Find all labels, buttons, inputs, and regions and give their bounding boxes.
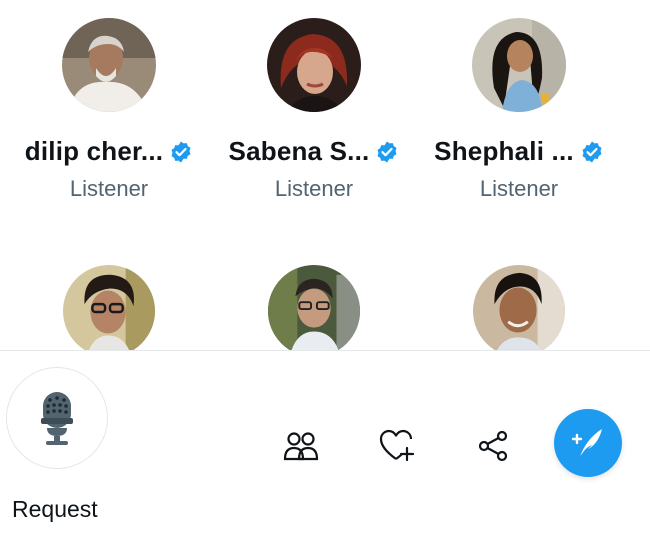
listener-role: Listener (69, 176, 149, 201)
listener-name: Sabena S... (228, 136, 370, 166)
listener-role: Listener (479, 176, 559, 201)
avatar[interactable] (63, 265, 155, 350)
request-mic-button[interactable] (6, 367, 108, 469)
listener-name: Shephali ... (434, 136, 574, 166)
compose-button[interactable] (554, 409, 622, 477)
share-icon (478, 430, 508, 462)
react-button[interactable] (377, 426, 417, 466)
avatar[interactable] (268, 265, 360, 350)
verified-badge-icon (171, 141, 191, 162)
people-button[interactable] (281, 426, 321, 466)
listener-name: dilip cher... (24, 136, 164, 166)
request-label: Request (12, 496, 98, 522)
compose-feather-icon (571, 429, 602, 457)
microphone-icon (41, 392, 73, 445)
listener-role: Listener (274, 176, 354, 201)
verified-badge-icon (582, 141, 602, 162)
listener-grid: dilip cher... Listener Sabena S... Liste… (0, 0, 650, 350)
heart-plus-icon (379, 429, 415, 462)
space-toolbar: Request (0, 350, 650, 540)
avatar[interactable] (472, 18, 566, 112)
verified-badge-icon (377, 141, 397, 162)
avatar[interactable] (267, 18, 361, 112)
people-icon (283, 432, 319, 461)
share-button[interactable] (473, 426, 513, 466)
avatar[interactable] (473, 265, 565, 350)
avatar[interactable] (62, 18, 156, 112)
